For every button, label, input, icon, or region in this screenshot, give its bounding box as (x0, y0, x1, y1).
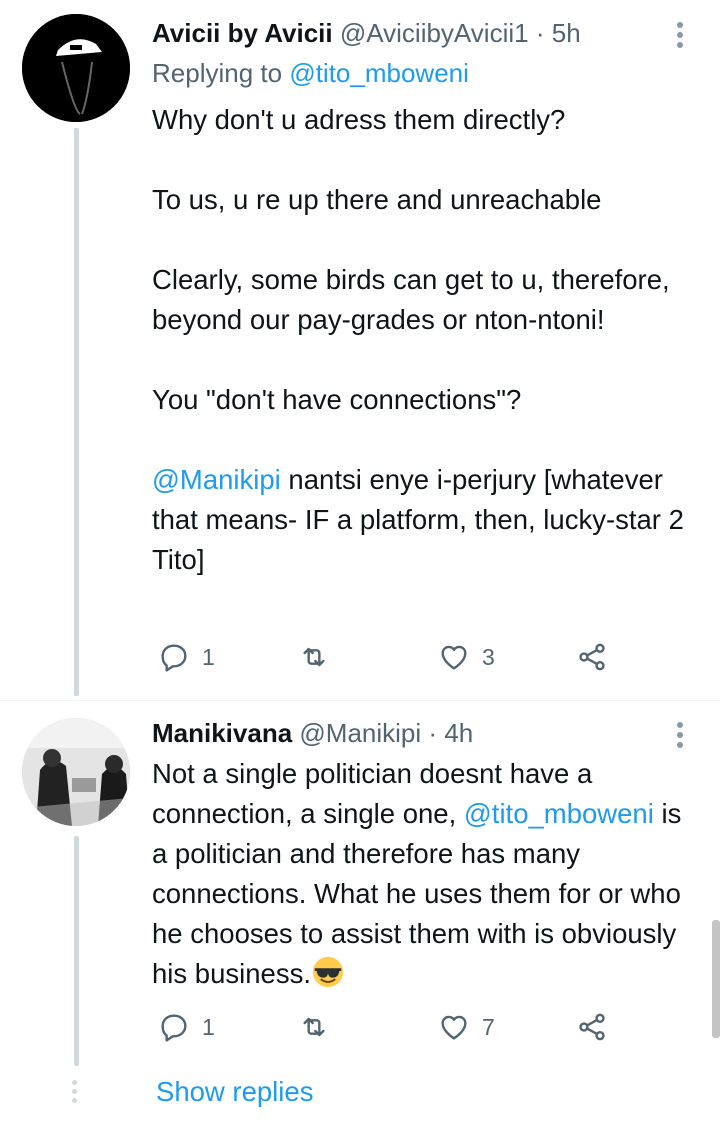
heart-icon (441, 1015, 467, 1040)
avatar-image (22, 718, 130, 826)
tweet-paragraph: You "don't have connections"? (152, 384, 522, 415)
display-name[interactable]: Avicii by Avicii (152, 18, 333, 48)
display-name[interactable]: Manikivana (152, 718, 292, 748)
replying-to: Replying to @tito_mboweni (152, 56, 469, 90)
share-button[interactable] (576, 1007, 608, 1047)
reply-button[interactable]: 1 (158, 1007, 215, 1047)
tweet-paragraph: Clearly, some birds can get to u, theref… (152, 264, 670, 335)
reply-count: 1 (202, 643, 215, 670)
tweet-text: Not a single politician doesnt have a co… (152, 754, 700, 994)
avatar[interactable] (22, 718, 130, 826)
timestamp[interactable]: 4h (444, 718, 473, 748)
like-count: 3 (482, 643, 495, 670)
thread-line (74, 128, 79, 696)
action-bar: 1 3 (152, 637, 652, 677)
more-options-icon[interactable] (668, 718, 692, 752)
replying-to-label: Replying to (152, 58, 283, 88)
tweet-paragraph: Not a single politician doesnt have a co… (152, 754, 700, 994)
tweet-header: Manikivana @Manikipi · 4h (152, 716, 473, 750)
tweet-paragraph: Why don't u adress them directly? (152, 104, 566, 135)
share-button[interactable] (576, 637, 608, 677)
tweet-header: Avicii by Avicii @AviciibyAvicii1 · 5h (152, 16, 581, 50)
share-icon (579, 1013, 605, 1041)
retweet-icon (303, 647, 325, 667)
separator-dot: · (428, 718, 438, 748)
replying-to-handle[interactable]: @tito_mboweni (289, 58, 469, 88)
more-options-icon[interactable] (668, 18, 692, 52)
tweet-paragraph: @Manikipi nantsi enye i-perjury [whateve… (152, 460, 700, 580)
sunglasses-emoji-icon (312, 956, 344, 988)
like-button[interactable]: 3 (438, 637, 495, 677)
tweet-paragraph: To us, u re up there and unreachable (152, 184, 602, 215)
user-handle[interactable]: @AviciibyAvicii1 (340, 18, 529, 48)
retweet-button[interactable] (298, 1007, 342, 1047)
tweet-text: Why don't u adress them directly? To us,… (152, 100, 700, 580)
heart-icon (441, 645, 467, 670)
thread-continuation-dots (72, 1080, 80, 1103)
action-bar: 1 7 (152, 1007, 652, 1047)
reply-button[interactable]: 1 (158, 637, 215, 677)
scrollbar[interactable] (712, 920, 720, 1038)
separator-dot: · (535, 18, 545, 48)
thread-line (74, 836, 79, 1066)
reply-count: 1 (202, 1013, 215, 1040)
reply-icon (161, 1014, 187, 1042)
tweet-manikivana: Manikivana @Manikipi · 4h Not a single p… (0, 700, 720, 1134)
mention-link[interactable]: @Manikipi (152, 464, 281, 495)
reply-icon (161, 644, 187, 672)
avatar-image (22, 14, 130, 122)
share-icon (579, 643, 605, 671)
show-replies-link[interactable]: Show replies (156, 1074, 313, 1110)
timestamp[interactable]: 5h (552, 18, 581, 48)
user-handle[interactable]: @Manikipi (299, 718, 421, 748)
like-button[interactable]: 7 (438, 1007, 495, 1047)
like-count: 7 (482, 1013, 495, 1040)
avatar[interactable] (22, 14, 130, 122)
mention-link[interactable]: @tito_mboweni (464, 798, 654, 829)
retweet-icon (303, 1017, 325, 1037)
tweet-avicii: Avicii by Avicii @AviciibyAvicii1 · 5h R… (0, 0, 720, 700)
retweet-button[interactable] (298, 637, 342, 677)
